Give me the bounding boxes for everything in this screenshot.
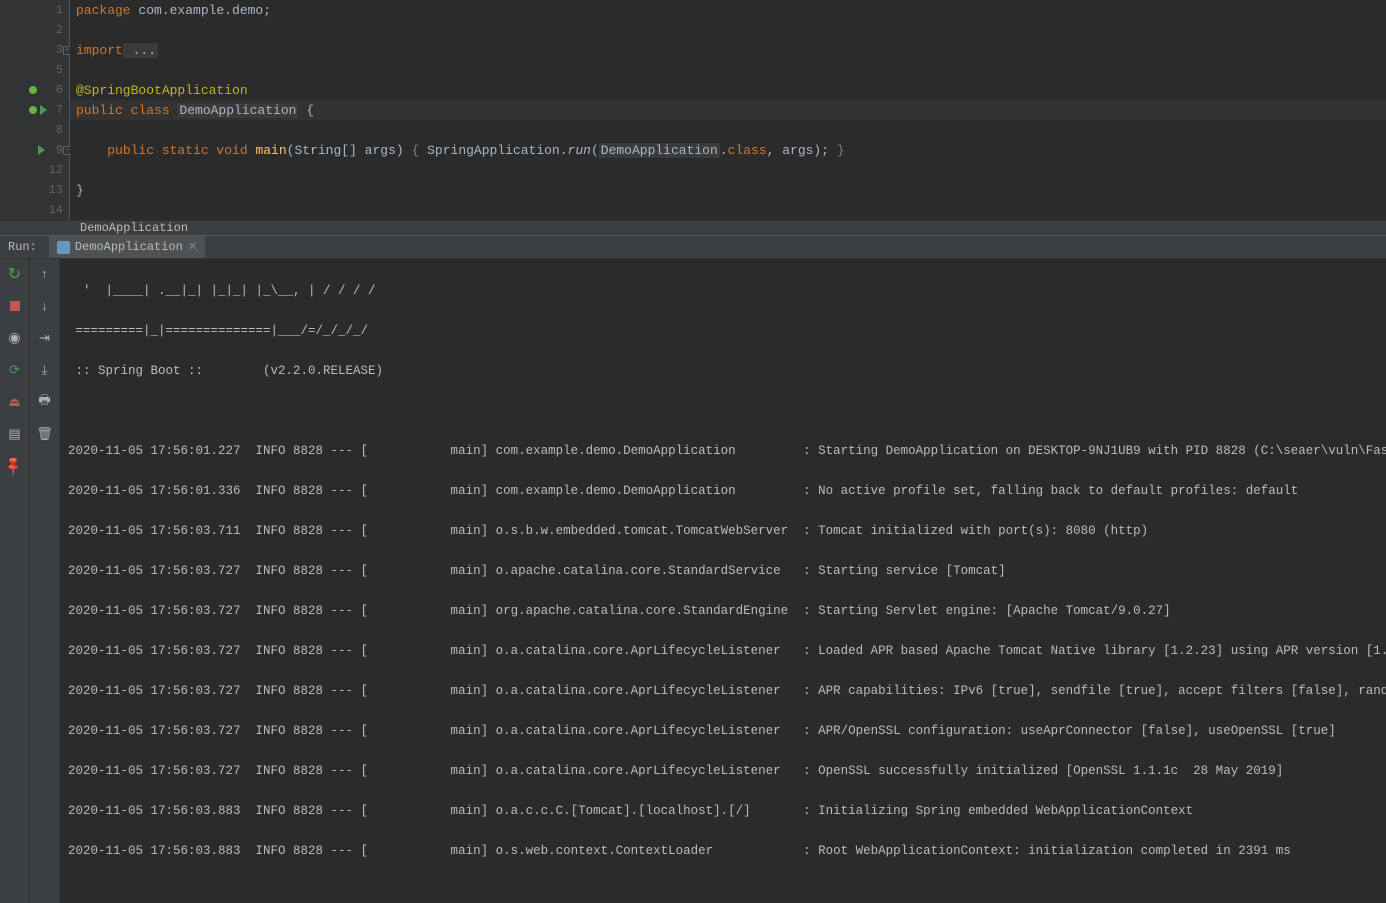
- code-text: (String[] args): [287, 143, 412, 158]
- soft-wrap-button[interactable]: ⇥: [34, 327, 56, 349]
- gutter: 1 2 3 + 5 6 7 8 9 − 12 13: [0, 0, 70, 220]
- run-toolbar-left: ↻ ◉ ⟳ ⏏ ▤ 📌: [0, 259, 30, 903]
- breadcrumb-item[interactable]: DemoApplication: [80, 221, 188, 235]
- run-tab-label: DemoApplication: [75, 240, 183, 254]
- trash-icon: 🗑: [36, 427, 53, 442]
- line-number: 2: [41, 23, 63, 37]
- code-class-ref: DemoApplication: [599, 143, 720, 158]
- spring-bean-icon[interactable]: [28, 85, 38, 95]
- spring-run-icon: [57, 241, 70, 254]
- console-line: 2020-11-05 17:56:03.883 INFO 8828 --- [ …: [68, 841, 1378, 861]
- console-line: =========|_|==============|___/=/_/_/_/: [68, 321, 1378, 341]
- run-body: ↻ ◉ ⟳ ⏏ ▤ 📌 ↑ ↓ ⇥ ⤓ 🖶 🗑 ' |____| .__|_| …: [0, 259, 1386, 903]
- rerun-icon: ↻: [8, 264, 21, 284]
- code-text: , args);: [767, 143, 837, 158]
- console-output[interactable]: ' |____| .__|_| |_|_| |_\__, | / / / / =…: [60, 259, 1386, 903]
- update-application-button[interactable]: ⟳: [4, 359, 26, 381]
- code-brace: {: [412, 143, 420, 158]
- code-keyword: import: [76, 43, 123, 58]
- code-text: {: [298, 103, 314, 118]
- close-icon[interactable]: ✕: [188, 240, 197, 254]
- console-line: ' |____| .__|_| |_|_| |_\__, | / / / /: [68, 281, 1378, 301]
- breadcrumb[interactable]: DemoApplication: [0, 220, 1386, 235]
- code-brace: }: [76, 183, 84, 198]
- code-keyword: public static void: [107, 143, 255, 158]
- code-keyword: public class: [76, 103, 177, 118]
- code-annotation: @SpringBootApplication: [76, 83, 248, 98]
- print-button[interactable]: 🖶: [34, 391, 56, 413]
- exit-icon: ⏏: [8, 395, 20, 410]
- code-text: .: [720, 143, 728, 158]
- folded-placeholder[interactable]: ...: [123, 43, 158, 58]
- console-line: 2020-11-05 17:56:01.227 INFO 8828 --- [ …: [68, 441, 1378, 461]
- console-line: 2020-11-05 17:56:01.336 INFO 8828 --- [ …: [68, 481, 1378, 501]
- console-line: 2020-11-05 17:56:03.883 INFO 8828 --- [ …: [68, 801, 1378, 821]
- console-line: [68, 401, 1378, 421]
- console-line: 2020-11-05 17:56:03.727 INFO 8828 --- [ …: [68, 681, 1378, 701]
- line-number: 14: [41, 203, 63, 217]
- run-header: Run: DemoApplication ✕: [0, 235, 1386, 259]
- console-line: 2020-11-05 17:56:03.727 INFO 8828 --- [ …: [68, 561, 1378, 581]
- code-keyword: package: [76, 3, 131, 18]
- code-editor[interactable]: package com.example.demo; import ... @Sp…: [70, 0, 1386, 220]
- pin-button[interactable]: 📌: [4, 455, 26, 477]
- pin-icon: 📌: [3, 455, 25, 477]
- arrow-up-icon: ↑: [41, 267, 49, 282]
- line-number: 3: [41, 43, 63, 57]
- up-button[interactable]: ↑: [34, 263, 56, 285]
- run-gutter-icon[interactable]: [40, 105, 47, 115]
- scroll-to-end-button[interactable]: ⤓: [34, 359, 56, 381]
- down-button[interactable]: ↓: [34, 295, 56, 317]
- line-number: 8: [41, 123, 63, 137]
- run-config-tab[interactable]: DemoApplication ✕: [49, 236, 205, 258]
- console-line: :: Spring Boot :: (v2.2.0.RELEASE): [68, 361, 1378, 381]
- clear-all-button[interactable]: 🗑: [34, 423, 56, 445]
- run-panel-label: Run:: [0, 240, 45, 254]
- wrap-icon: ⇥: [39, 331, 50, 346]
- console-line: 2020-11-05 17:56:03.727 INFO 8828 --- [ …: [68, 721, 1378, 741]
- run-toolbar-right: ↑ ↓ ⇥ ⤓ 🖶 🗑: [30, 259, 60, 903]
- line-number: 12: [41, 163, 63, 177]
- camera-icon: ◉: [8, 330, 20, 347]
- code-class-name: DemoApplication: [177, 103, 298, 118]
- exit-button[interactable]: ⏏: [4, 391, 26, 413]
- code-keyword: class: [728, 143, 767, 158]
- line-number: 6: [41, 83, 63, 97]
- console-line: 2020-11-05 17:56:03.727 INFO 8828 --- [ …: [68, 761, 1378, 781]
- line-number: 1: [41, 3, 63, 17]
- run-panel: Run: DemoApplication ✕ ↻ ◉ ⟳ ⏏ ▤ 📌 ↑ ↓ ⇥…: [0, 235, 1386, 903]
- run-gutter-icon[interactable]: [38, 145, 45, 155]
- code-brace: }: [837, 143, 845, 158]
- line-number: 13: [41, 183, 63, 197]
- spring-bean-icon[interactable]: [28, 105, 38, 115]
- console-line: 2020-11-05 17:56:03.727 INFO 8828 --- [ …: [68, 641, 1378, 661]
- stop-button[interactable]: [4, 295, 26, 317]
- dump-threads-button[interactable]: ◉: [4, 327, 26, 349]
- scroll-end-icon: ⤓: [42, 363, 48, 378]
- stop-icon: [10, 301, 20, 311]
- code-text: (: [591, 143, 599, 158]
- console-line: 2020-11-05 17:56:03.727 INFO 8828 --- [ …: [68, 601, 1378, 621]
- print-icon: 🖶: [38, 391, 50, 413]
- layout-button[interactable]: ▤: [4, 423, 26, 445]
- editor-area: 1 2 3 + 5 6 7 8 9 − 12 13: [0, 0, 1386, 220]
- layout-icon: ▤: [8, 427, 20, 442]
- code-text: com.example.demo;: [131, 3, 271, 18]
- console-line: 2020-11-05 17:56:03.711 INFO 8828 --- [ …: [68, 521, 1378, 541]
- refresh-icon: ⟳: [9, 363, 20, 378]
- line-number: 5: [41, 63, 63, 77]
- code-method: run: [568, 143, 591, 158]
- code-method: main: [255, 143, 286, 158]
- rerun-button[interactable]: ↻: [4, 263, 26, 285]
- code-text: SpringApplication.: [419, 143, 567, 158]
- arrow-down-icon: ↓: [41, 299, 49, 314]
